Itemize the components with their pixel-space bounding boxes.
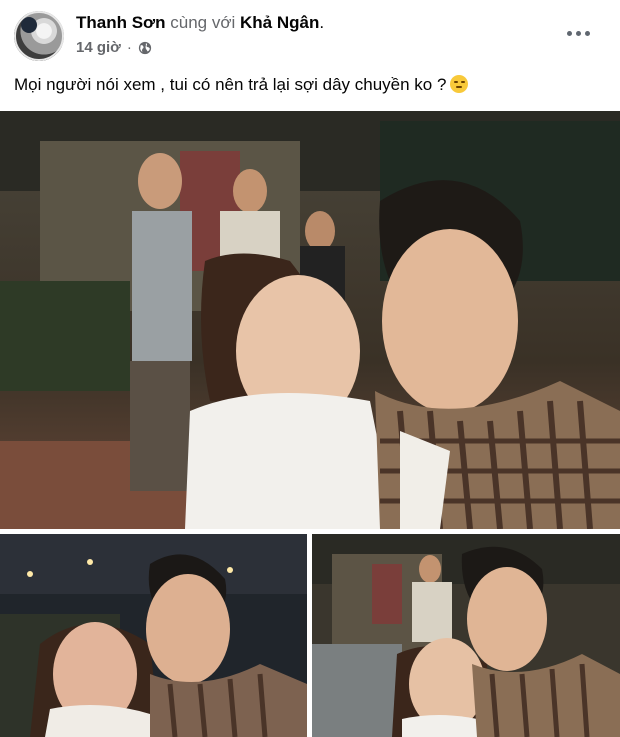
post-photo-3[interactable] <box>312 534 620 737</box>
pensive-face-emoji <box>450 75 469 93</box>
post-meta: 14 giờ · <box>76 38 152 58</box>
post-photo-main[interactable] <box>0 111 620 529</box>
post-header: Thanh Sơn cùng với Khả Ngân. 14 giờ · <box>0 0 620 66</box>
more-options-icon[interactable] <box>556 20 600 46</box>
with-text: cùng với <box>170 13 236 32</box>
meta-separator: · <box>126 39 132 56</box>
period-text: . <box>319 13 325 32</box>
post-timestamp-link[interactable]: 14 giờ <box>76 38 121 58</box>
post-author-line: Thanh Sơn cùng với Khả Ngân. <box>76 12 324 34</box>
author-avatar[interactable] <box>14 11 64 61</box>
post-photo-2[interactable] <box>0 534 307 737</box>
author-name-link[interactable]: Thanh Sơn <box>76 13 166 32</box>
tagged-friend-link[interactable]: Khả Ngân <box>240 13 319 32</box>
post-caption: Mọi người nói xem , tui có nên trả lại s… <box>14 73 469 97</box>
caption-text: Mọi người nói xem , tui có nên trả lại s… <box>14 75 447 94</box>
globe-icon[interactable] <box>138 41 152 55</box>
